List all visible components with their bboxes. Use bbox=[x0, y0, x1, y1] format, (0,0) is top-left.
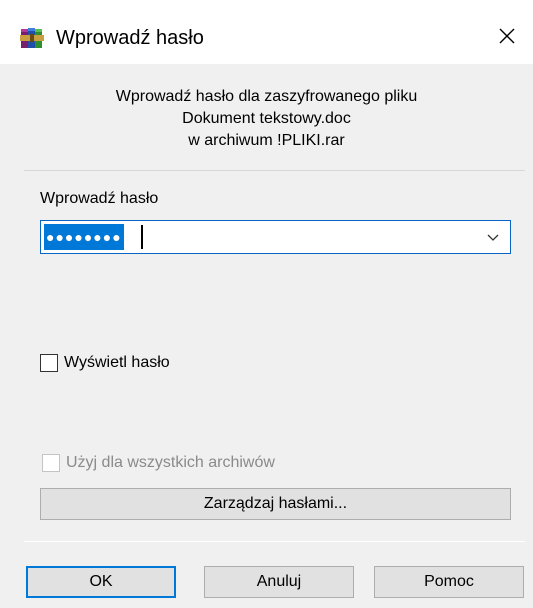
show-password-option[interactable]: Wyświetl hasło bbox=[40, 354, 170, 372]
chevron-down-icon bbox=[487, 234, 499, 241]
info-line-archive: w archiwum !PLIKI.rar bbox=[188, 132, 345, 149]
ok-button[interactable]: OK bbox=[26, 566, 176, 598]
use-for-all-archives-checkbox bbox=[42, 454, 60, 472]
password-history-dropdown[interactable] bbox=[484, 228, 502, 246]
show-password-label: Wyświetl hasło bbox=[64, 354, 170, 371]
help-button[interactable]: Pomoc bbox=[374, 566, 524, 598]
cancel-button[interactable]: Anuluj bbox=[204, 566, 354, 598]
info-line-filename: Dokument tekstowy.doc bbox=[182, 110, 351, 127]
use-for-all-archives-label: Użyj dla wszystkich archiwów bbox=[66, 454, 275, 471]
close-icon bbox=[499, 28, 515, 44]
password-dialog: Wprowadź hasło Wprowadź hasło dla zaszyf… bbox=[0, 0, 533, 608]
close-button[interactable] bbox=[489, 18, 525, 54]
manage-passwords-button[interactable]: Zarządzaj hasłami... bbox=[40, 488, 511, 520]
info-line-prompt: Wprowadź hasło dla zaszyfrowanego pliku bbox=[115, 88, 418, 105]
password-masked-value: ●●●●●●●● bbox=[44, 224, 124, 250]
password-label: Wprowadź hasło bbox=[40, 190, 159, 207]
window-title: Wprowadź hasło bbox=[56, 27, 204, 49]
title-bar: Wprowadź hasło bbox=[0, 0, 533, 64]
text-caret bbox=[141, 225, 143, 249]
archive-info: Wprowadź hasło dla zaszyfrowanego pliku … bbox=[0, 86, 533, 152]
password-input[interactable]: ●●●●●●●● bbox=[40, 220, 511, 254]
winrar-books-icon bbox=[20, 26, 46, 50]
use-for-all-archives-option: Użyj dla wszystkich archiwów bbox=[42, 454, 275, 472]
show-password-checkbox[interactable] bbox=[40, 354, 58, 372]
